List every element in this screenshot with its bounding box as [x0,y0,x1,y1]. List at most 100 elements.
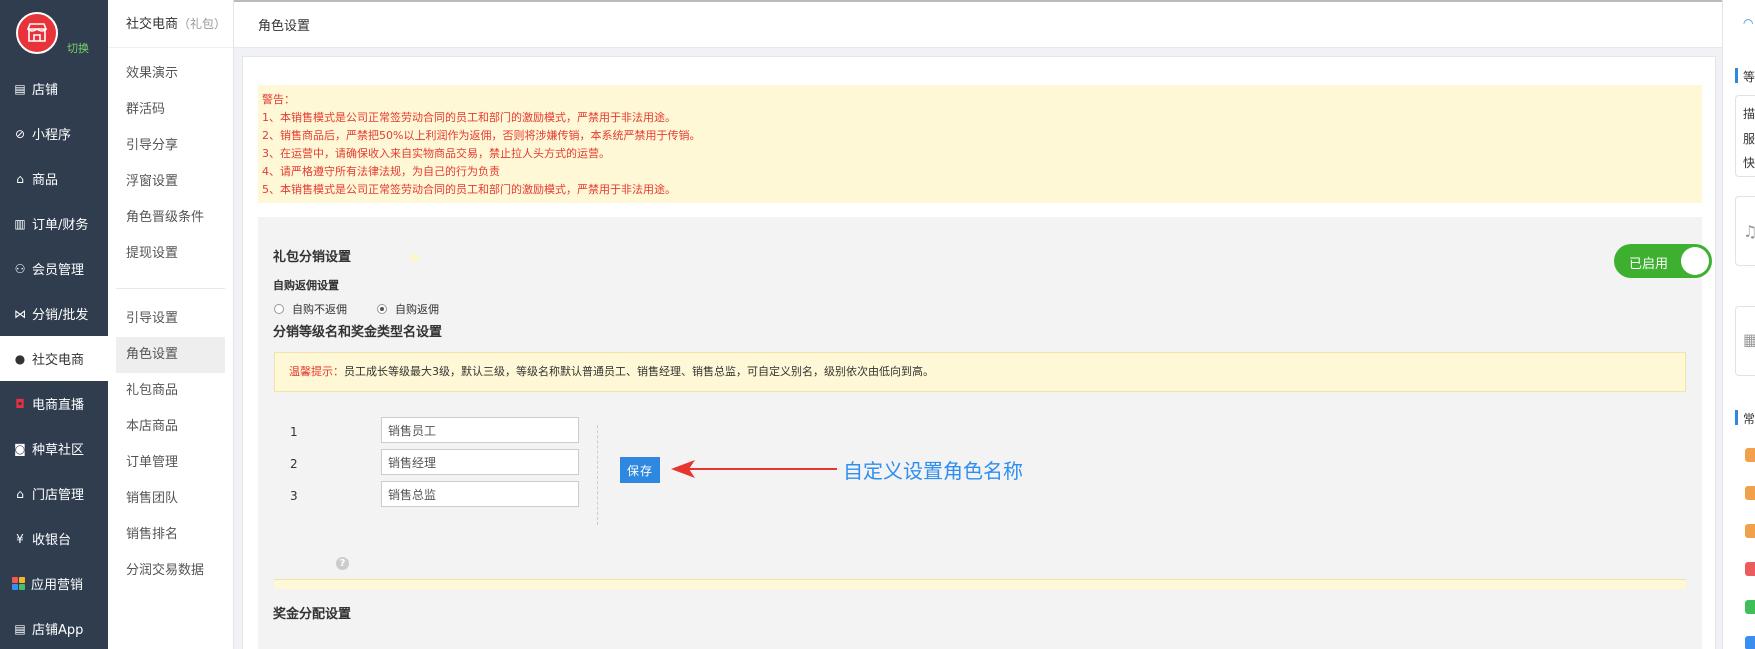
level-name-input-2[interactable] [381,449,579,475]
radio-no-rebate[interactable] [274,304,284,314]
right-heading: 常 [1743,412,1755,426]
sub-sidebar: 社交电商（礼包） 效果演示 群活码 引导分享 浮窗设置 角色晋级条件 提现设置 … [108,0,234,649]
sub-item-float-window[interactable]: 浮窗设置 [116,164,225,200]
level-number: 2 [290,457,298,471]
shop-icon: ⌂ [16,486,24,501]
shortcut-icon[interactable] [1745,486,1755,500]
mini-program-icon: ⊘ [14,126,26,141]
live-icon: ◘ [15,396,25,411]
nav-label: 订单/财务 [32,218,89,233]
right-heading: 等 [1743,70,1755,84]
radio-no-rebate-label: 自购不返佣 [292,303,347,316]
tip-prefix: 温馨提示： [289,365,344,378]
section-marker [1735,68,1738,83]
self-purchase-title: 自购返佣设置 [273,279,339,292]
nav-item-order[interactable]: ▥ 订单/财务 [0,201,108,246]
annotation-arrow-icon [671,460,837,478]
right-line: 服 [1743,132,1755,146]
shortcut-icon[interactable] [1745,636,1755,649]
bell-icon: ♫ [1743,222,1755,241]
nav-label: 分销/批发 [32,308,89,323]
subnav-title: 社交电商（礼包） [108,0,233,48]
radio-rebate-label: 自购返佣 [395,303,439,316]
sub-item-qrcode[interactable]: 群活码 [116,92,225,128]
annotation-text: 自定义设置角色名称 [843,459,1023,483]
wechat-icon: ● [14,351,26,366]
sub-item-demo[interactable]: 效果演示 [116,56,225,92]
shortcut-icon[interactable] [1745,448,1755,462]
store-icon: ▤ [14,81,26,96]
nav-label: 收银台 [32,533,72,548]
switch-link[interactable]: 切换 [67,40,89,56]
warning-line: 1、本销售模式是公司正常签劳动合同的员工和部门的激励模式，严禁用于非法用途。 [262,111,676,124]
warning-box: 警告： 1、本销售模式是公司正常签劳动合同的员工和部门的激励模式，严禁用于非法用… [258,85,1702,203]
bonus-tip-strip [274,579,1686,589]
bonus-section-title: 奖金分配设置 [273,607,352,622]
sub-item-orders[interactable]: 订单管理 [116,445,225,481]
nav-item-mini-program[interactable]: ⊘ 小程序 [0,111,108,156]
store-logo [16,12,58,54]
shortcut-icon[interactable] [1745,524,1755,538]
sub-item-sales-team[interactable]: 销售团队 [116,481,225,517]
main-nav: ▤ 店铺 ⊘ 小程序 ⌂ 商品 ▥ 订单/财务 ⚇ 会员管理 ⋈ 分销/批发 ● 社交电商 ◘… [0,66,108,649]
top-header: 角色设置 [234,0,1722,48]
page-title: 角色设置 [258,19,311,34]
nav-item-store[interactable]: ▤ 店铺 [0,66,108,111]
sub-item-guide-share[interactable]: 引导分享 [116,128,225,164]
nav-item-apps[interactable]: 应用营销 [0,561,108,606]
nav-item-member[interactable]: ⚇ 会员管理 [0,246,108,291]
save-button[interactable]: 保存 [620,457,660,483]
apps-icon [12,577,25,590]
shortcut-icon[interactable] [1745,562,1755,576]
radio-rebate[interactable] [377,304,387,314]
member-icon: ⚇ [14,261,26,276]
gift-section-title: 礼包分销设置 [273,250,352,265]
nav-item-distribution[interactable]: ⋈ 分销/批发 [0,291,108,336]
nav-item-live[interactable]: ◘ 电商直播 [0,381,108,426]
headset-icon[interactable]: ◠ [1743,16,1753,30]
level-name-input-3[interactable] [381,481,579,507]
nav-label: 店铺 [32,83,59,98]
nav-label: 应用营销 [31,578,84,593]
level-number: 3 [290,489,298,503]
nav-item-social-commerce[interactable]: ● 社交电商 [0,336,108,381]
subnav-title-suffix: （礼包） [178,17,227,31]
nav-label: 小程序 [32,128,72,143]
help-icon[interactable]: ? [336,557,349,570]
sub-item-gift-goods[interactable]: 礼包商品 [116,373,225,409]
nav-item-shop-manage[interactable]: ⌂ 门店管理 [0,471,108,516]
nav-label: 商品 [32,173,59,188]
main-content: 警告： 1、本销售模式是公司正常签劳动合同的员工和部门的激励模式，严禁用于非法用… [242,56,1716,649]
sub-item-withdraw[interactable]: 提现设置 [116,236,225,272]
sub-item-promotion-rule[interactable]: 角色晋级条件 [116,200,225,236]
order-icon: ▥ [14,216,26,231]
goods-icon: ⌂ [16,171,24,186]
section-marker [1735,410,1738,425]
sub-item-guide-settings[interactable]: 引导设置 [116,301,225,337]
logo-area: 切换 [0,0,108,62]
nav-label: 店铺App [32,623,84,638]
warning-line: 4、请严格遵守所有法律法规，为自己的行为负责 [262,165,500,178]
sub-item-profit-data[interactable]: 分润交易数据 [116,553,225,589]
toggle-label: 已启用 [1629,257,1669,272]
self-purchase-options: 自购不返佣 自购返佣 [274,301,439,317]
sub-item-shop-goods[interactable]: 本店商品 [116,409,225,445]
nav-item-cashier[interactable]: ¥ 收银台 [0,516,108,561]
nav-item-goods[interactable]: ⌂ 商品 [0,156,108,201]
nav-item-community[interactable]: ◙ 种草社区 [0,426,108,471]
sub-divider [116,272,225,289]
right-line: 描 [1743,107,1755,121]
level-name-input-1[interactable] [381,417,579,443]
cashier-icon: ¥ [16,531,24,546]
shortcut-icon[interactable] [1745,600,1755,614]
nav-item-app[interactable]: ▤ 店铺App [0,606,108,649]
enable-toggle[interactable]: 已启用 [1614,244,1712,278]
level-number: 1 [290,425,298,439]
sub-item-sales-rank[interactable]: 销售排名 [116,517,225,553]
right-line: 快 [1743,156,1755,170]
community-icon: ◙ [14,441,26,456]
nav-label: 门店管理 [32,488,85,503]
subnav-title-text: 社交电商 [126,17,179,32]
sub-item-role-settings[interactable]: 角色设置 [116,337,225,373]
toggle-knob [1681,247,1709,275]
